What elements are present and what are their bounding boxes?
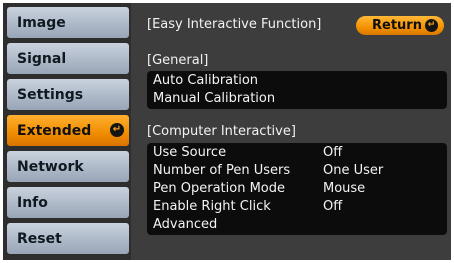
- menu-item-image[interactable]: Image: [7, 7, 129, 38]
- menu-item-info[interactable]: Info: [7, 187, 129, 218]
- submenu-panel: [Easy Interactive Function] Return ↵ [Ge…: [131, 3, 451, 260]
- menu-option-manual-calibration[interactable]: Manual Calibration: [153, 90, 443, 108]
- menu-option-use-source[interactable]: Use Source Off: [153, 144, 443, 162]
- option-label: Advanced: [153, 217, 218, 232]
- section-heading-computer-interactive: [Computer Interactive]: [147, 124, 296, 139]
- option-value: Mouse: [323, 181, 366, 196]
- menu-option-enable-right-click[interactable]: Enable Right Click Off: [153, 198, 443, 216]
- section-heading-general: [General]: [147, 53, 209, 68]
- menu-item-label: Signal: [17, 50, 67, 67]
- projector-menu-screen: Image Signal Settings Extended ↵ Network…: [3, 3, 451, 260]
- menu-option-auto-calibration[interactable]: Auto Calibration: [153, 72, 443, 90]
- return-button[interactable]: Return ↵: [356, 16, 444, 35]
- menu-item-signal[interactable]: Signal: [7, 43, 129, 74]
- menu-item-label: Reset: [17, 230, 62, 247]
- menu-item-network[interactable]: Network: [7, 151, 129, 182]
- menu-option-advanced[interactable]: Advanced: [153, 216, 443, 234]
- menu-item-extended[interactable]: Extended ↵: [7, 115, 129, 146]
- option-label: Number of Pen Users: [153, 163, 291, 178]
- option-label: Enable Right Click: [153, 199, 271, 214]
- menu-item-label: Extended: [17, 122, 92, 139]
- option-label: Manual Calibration: [153, 91, 276, 106]
- menu-item-label: Info: [17, 194, 48, 211]
- enter-icon: ↵: [425, 19, 438, 32]
- menu-item-label: Image: [17, 14, 66, 31]
- option-value: Off: [323, 199, 343, 214]
- main-menu: Image Signal Settings Extended ↵ Network…: [3, 3, 131, 260]
- option-label: Pen Operation Mode: [153, 181, 285, 196]
- option-value: Off: [323, 145, 343, 160]
- option-value: One User: [323, 163, 384, 178]
- menu-option-number-of-pen-users[interactable]: Number of Pen Users One User: [153, 162, 443, 180]
- option-label: Auto Calibration: [153, 73, 259, 88]
- return-button-label: Return: [372, 18, 422, 33]
- menu-item-reset[interactable]: Reset: [7, 223, 129, 254]
- menu-item-settings[interactable]: Settings: [7, 79, 129, 110]
- page-title: [Easy Interactive Function]: [147, 17, 322, 32]
- enter-icon: ↵: [110, 123, 124, 137]
- menu-option-pen-operation-mode[interactable]: Pen Operation Mode Mouse: [153, 180, 443, 198]
- menu-item-label: Network: [17, 158, 84, 175]
- menu-item-label: Settings: [17, 86, 84, 103]
- option-label: Use Source: [153, 145, 227, 160]
